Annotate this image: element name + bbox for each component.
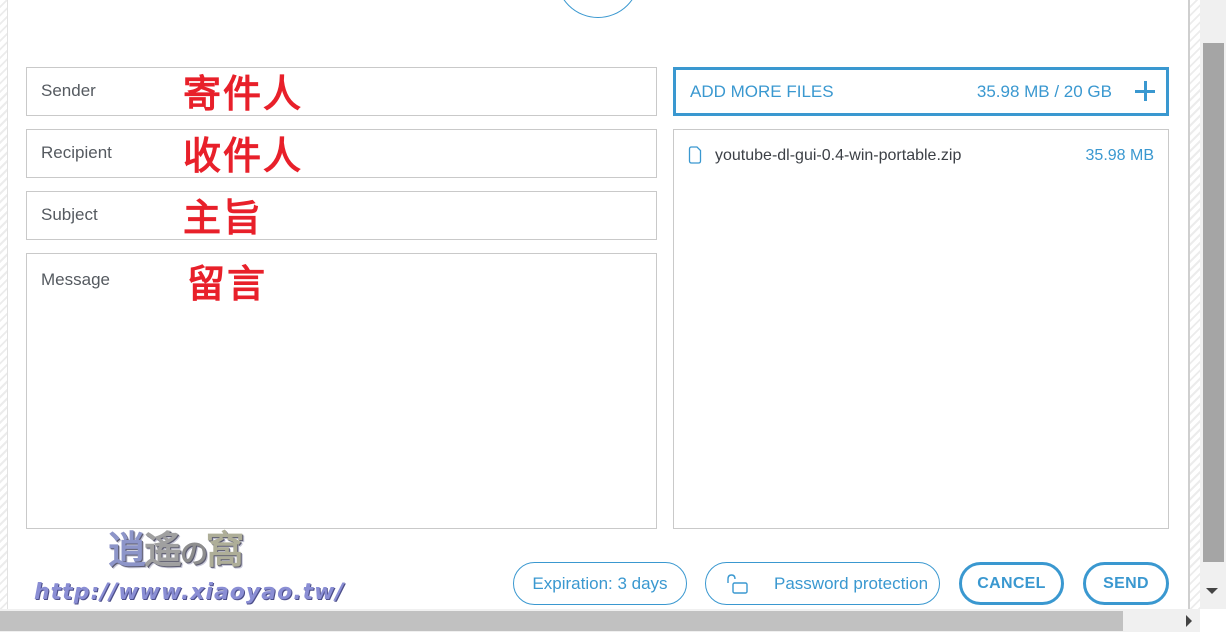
file-name: youtube-dl-gui-0.4-win-portable.zip bbox=[715, 147, 962, 164]
watermark-url: http://www.xiaoyao.tw/ bbox=[34, 580, 345, 605]
file-icon bbox=[688, 146, 702, 164]
sender-placeholder: Sender bbox=[41, 81, 96, 100]
watermark-char: 逍 bbox=[108, 527, 146, 572]
subject-placeholder: Subject bbox=[41, 205, 98, 224]
send-label: SEND bbox=[1103, 574, 1149, 592]
password-protection-label: Password protection bbox=[774, 573, 929, 593]
unlock-icon bbox=[727, 573, 748, 594]
vertical-scrollbar-thumb[interactable] bbox=[1203, 43, 1224, 562]
sender-field[interactable]: Sender 寄件人 bbox=[26, 67, 657, 116]
add-more-files-label: ADD MORE FILES bbox=[690, 82, 834, 101]
message-annotation: 留言 bbox=[187, 262, 268, 306]
scroll-down-arrow-icon[interactable] bbox=[1206, 588, 1218, 594]
message-field[interactable]: Message 留言 bbox=[26, 253, 657, 529]
cancel-button[interactable]: CANCEL bbox=[959, 562, 1064, 605]
file-size: 35.98 MB bbox=[1085, 147, 1154, 164]
watermark-char: 窩 bbox=[206, 527, 244, 572]
scroll-right-arrow-icon[interactable] bbox=[1186, 615, 1192, 627]
left-page-margin bbox=[0, 0, 8, 609]
horizontal-scrollbar[interactable] bbox=[0, 609, 1200, 632]
sender-annotation: 寄件人 bbox=[183, 72, 304, 116]
recipient-placeholder: Recipient bbox=[41, 143, 112, 162]
file-list: youtube-dl-gui-0.4-win-portable.zip 35.9… bbox=[673, 129, 1169, 529]
send-button[interactable]: SEND bbox=[1083, 562, 1169, 605]
plus-icon bbox=[1134, 80, 1156, 102]
vertical-scrollbar[interactable] bbox=[1200, 0, 1226, 609]
expiration-label: Expiration: 3 days bbox=[532, 573, 668, 593]
watermark-char: 遙 bbox=[144, 527, 182, 572]
recipient-field[interactable]: Recipient 收件人 bbox=[26, 129, 657, 178]
scrollbar-corner bbox=[1200, 609, 1226, 632]
recipient-annotation: 收件人 bbox=[183, 134, 304, 178]
upload-progress-circle bbox=[556, 0, 640, 18]
cancel-label: CANCEL bbox=[977, 574, 1046, 592]
message-placeholder: Message bbox=[41, 270, 110, 289]
add-more-files-button[interactable]: ADD MORE FILES 35.98 MB / 20 GB bbox=[673, 67, 1169, 116]
file-list-item[interactable]: youtube-dl-gui-0.4-win-portable.zip 35.9… bbox=[674, 144, 1168, 168]
watermark-logo: 逍遙の窩 bbox=[108, 527, 244, 576]
subject-annotation: 主旨 bbox=[183, 196, 264, 240]
storage-usage: 35.98 MB / 20 GB bbox=[976, 82, 1112, 101]
expiration-button[interactable]: Expiration: 3 days bbox=[513, 562, 687, 605]
watermark-char: の bbox=[180, 537, 208, 570]
horizontal-scrollbar-thumb[interactable] bbox=[0, 611, 1123, 631]
site-watermark: 逍遙の窩 http://www.xiaoyao.tw/ bbox=[30, 528, 370, 608]
subject-field[interactable]: Subject 主旨 bbox=[26, 191, 657, 240]
password-protection-button[interactable]: Password protection bbox=[705, 562, 940, 605]
